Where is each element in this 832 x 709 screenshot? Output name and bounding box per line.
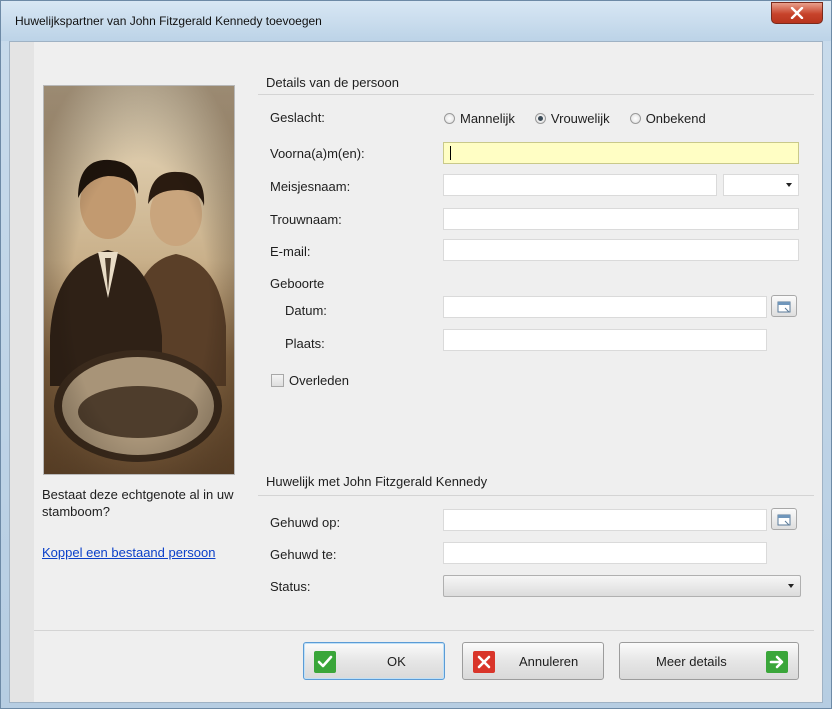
portrait-photo bbox=[43, 85, 235, 475]
person-section-title: Details van de persoon bbox=[266, 75, 399, 90]
gender-male-radio[interactable]: Mannelijk bbox=[444, 111, 515, 126]
close-icon bbox=[790, 7, 804, 19]
person-section-divider bbox=[258, 94, 814, 95]
cancel-x-icon bbox=[473, 651, 495, 673]
calendar-icon bbox=[777, 514, 791, 525]
email-label: E-mail: bbox=[270, 244, 311, 259]
arrow-right-icon bbox=[766, 651, 788, 673]
birth-label: Geboorte bbox=[270, 276, 325, 291]
first-names-input[interactable] bbox=[443, 142, 799, 164]
status-dropdown[interactable] bbox=[443, 575, 801, 597]
status-label: Status: bbox=[270, 579, 311, 594]
first-names-label: Voorna(a)m(en): bbox=[270, 146, 365, 161]
radio-male-indicator bbox=[444, 113, 455, 124]
married-on-label: Gehuwd op: bbox=[270, 515, 341, 530]
gender-unknown-radio[interactable]: Onbekend bbox=[629, 111, 706, 126]
window-title: Huwelijkspartner van John Fitzgerald Ken… bbox=[15, 14, 322, 28]
birth-date-input[interactable] bbox=[443, 296, 767, 318]
gender-label: Geslacht: bbox=[270, 110, 325, 125]
more-details-button-label: Meer details bbox=[656, 654, 727, 669]
cancel-button[interactable]: Annuleren bbox=[462, 642, 604, 680]
gender-unknown-label: Onbekend bbox=[645, 111, 706, 126]
check-icon bbox=[314, 651, 336, 673]
gender-female-label: Vrouwelijk bbox=[550, 111, 610, 126]
chevron-down-icon bbox=[788, 584, 794, 588]
married-at-input[interactable] bbox=[443, 542, 767, 564]
birth-place-input[interactable] bbox=[443, 329, 767, 351]
deceased-checkbox[interactable] bbox=[271, 374, 284, 387]
chevron-down-icon bbox=[786, 183, 792, 187]
calendar-icon bbox=[777, 301, 791, 312]
married-name-label: Trouwnaam: bbox=[270, 212, 342, 227]
birth-date-calendar-button[interactable] bbox=[771, 295, 797, 317]
married-at-label: Gehuwd te: bbox=[270, 547, 337, 562]
married-on-calendar-button[interactable] bbox=[771, 508, 797, 530]
deceased-label: Overleden bbox=[289, 373, 349, 388]
radio-unknown-indicator bbox=[629, 113, 641, 124]
dialog-window: Huwelijkspartner van John Fitzgerald Ken… bbox=[0, 0, 832, 709]
email-input[interactable] bbox=[443, 239, 799, 261]
married-name-input[interactable] bbox=[443, 208, 799, 230]
marriage-section-title: Huwelijk met John Fitzgerald Kennedy bbox=[266, 474, 488, 489]
gender-male-label: Mannelijk bbox=[460, 111, 515, 126]
cancel-button-label: Annuleren bbox=[519, 654, 579, 669]
left-margin bbox=[10, 42, 34, 702]
marriage-section-divider bbox=[258, 495, 814, 496]
maiden-name-input[interactable] bbox=[443, 174, 717, 196]
maiden-name-suffix-dropdown[interactable] bbox=[723, 174, 799, 196]
married-on-input[interactable] bbox=[443, 509, 767, 531]
link-existing-person-link[interactable]: Koppel een bestaand persoon bbox=[42, 544, 222, 561]
birth-place-label: Plaats: bbox=[285, 336, 325, 351]
maiden-name-label: Meisjesnaam: bbox=[270, 179, 351, 194]
ok-button-label: OK bbox=[387, 654, 406, 669]
radio-female-indicator bbox=[534, 113, 546, 124]
text-caret bbox=[450, 146, 451, 160]
ok-button[interactable]: OK bbox=[303, 642, 445, 680]
birth-date-label: Datum: bbox=[285, 303, 327, 318]
more-details-button[interactable]: Meer details bbox=[619, 642, 799, 680]
gender-radio-group: Mannelijk Vrouwelijk Onbekend bbox=[444, 111, 726, 126]
title-bar[interactable]: Huwelijkspartner van John Fitzgerald Ken… bbox=[1, 1, 831, 41]
gender-female-radio[interactable]: Vrouwelijk bbox=[534, 111, 610, 126]
button-bar-divider bbox=[34, 630, 814, 631]
dialog-body: Bestaat deze echtgenote al in uw stamboo… bbox=[9, 41, 823, 703]
existing-spouse-question: Bestaat deze echtgenote al in uw stamboo… bbox=[42, 487, 234, 519]
close-button[interactable] bbox=[771, 2, 823, 24]
